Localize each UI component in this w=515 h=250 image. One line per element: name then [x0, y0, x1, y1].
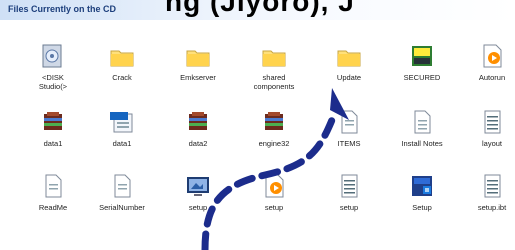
file-item-update[interactable]: Update	[319, 42, 379, 104]
text-file-icon	[478, 172, 506, 200]
file-item-disk-studio[interactable]: <DISK Studio(>	[23, 42, 83, 104]
file-item-shared-components[interactable]: shared components	[244, 42, 304, 104]
file-item-setup-script[interactable]: setup	[244, 172, 304, 234]
file-item-items[interactable]: ITEMS	[319, 108, 379, 170]
installer-icon	[408, 172, 436, 200]
file-item-setup-app[interactable]: setup	[168, 172, 228, 234]
file-item-crack[interactable]: Crack	[92, 42, 152, 104]
file-label: setup	[264, 203, 284, 212]
file-label: data1	[112, 139, 132, 148]
file-label: setup	[339, 203, 359, 212]
setup-script-icon	[260, 172, 288, 200]
file-label: Update	[336, 73, 362, 82]
disk-app-icon	[39, 42, 67, 70]
file-label: Crack	[112, 73, 132, 82]
file-item-engine32[interactable]: engine32	[244, 108, 304, 170]
file-item-emkserver[interactable]: Emkserver	[168, 42, 228, 104]
file-item-data1-cab[interactable]: data1	[92, 108, 152, 170]
folder-icon	[184, 42, 212, 70]
file-label: engine32	[258, 139, 290, 148]
file-item-setup-text[interactable]: setup	[319, 172, 379, 234]
file-label: <DISK Studio(>	[38, 73, 68, 91]
top-area: Files Currently on the CD ng (Jiyoro), J	[0, 0, 515, 34]
rar-archive-icon	[39, 108, 67, 136]
file-label: Emkserver	[180, 73, 216, 82]
file-label: setup.ibt	[477, 203, 507, 212]
document-icon	[408, 108, 436, 136]
file-label: data1	[43, 139, 63, 148]
files-header-title: Files Currently on the CD	[8, 4, 117, 14]
folder-icon	[335, 42, 363, 70]
file-label: Autorun	[478, 73, 506, 82]
file-item-data2[interactable]: data2	[168, 108, 228, 170]
setup-app-icon	[184, 172, 212, 200]
file-item-serial-number[interactable]: SerialNumber	[92, 172, 152, 234]
file-item-setup-ibt[interactable]: setup.ibt	[462, 172, 515, 234]
file-item-readme[interactable]: ReadMe	[23, 172, 83, 234]
document-icon	[108, 172, 136, 200]
text-file-icon	[478, 108, 506, 136]
folder-icon	[108, 42, 136, 70]
file-label: shared components	[253, 73, 295, 91]
rar-archive-icon	[260, 108, 288, 136]
file-label: Setup	[412, 203, 432, 212]
file-item-setup-installer[interactable]: Setup	[392, 172, 452, 234]
file-item-data1-rar[interactable]: data1	[23, 108, 83, 170]
file-item-autorun[interactable]: Autorun	[462, 42, 515, 104]
file-label: Install Notes	[401, 139, 443, 148]
file-label: layout	[481, 139, 502, 148]
document-icon	[335, 108, 363, 136]
folder-icon	[260, 42, 288, 70]
file-label: SECURED	[403, 73, 441, 82]
file-label: ReadMe	[38, 203, 68, 212]
cropped-banner-text: ng (Jiyoro), J	[165, 0, 355, 17]
autorun-icon	[478, 42, 506, 70]
file-label: SerialNumber	[99, 203, 145, 212]
document-icon	[39, 172, 67, 200]
rar-archive-icon	[184, 108, 212, 136]
file-item-secured[interactable]: SECURED	[392, 42, 452, 104]
file-label: data2	[188, 139, 208, 148]
file-item-layout[interactable]: layout	[462, 108, 515, 170]
file-label: ITEMS	[337, 139, 361, 148]
file-item-install-notes[interactable]: Install Notes	[392, 108, 452, 170]
text-file-icon	[335, 172, 363, 200]
file-icon-grid: <DISK Studio(> Crack Emkserver shared co…	[0, 34, 515, 250]
cab-file-icon	[108, 108, 136, 136]
file-label: setup	[188, 203, 208, 212]
exe-icon	[408, 42, 436, 70]
